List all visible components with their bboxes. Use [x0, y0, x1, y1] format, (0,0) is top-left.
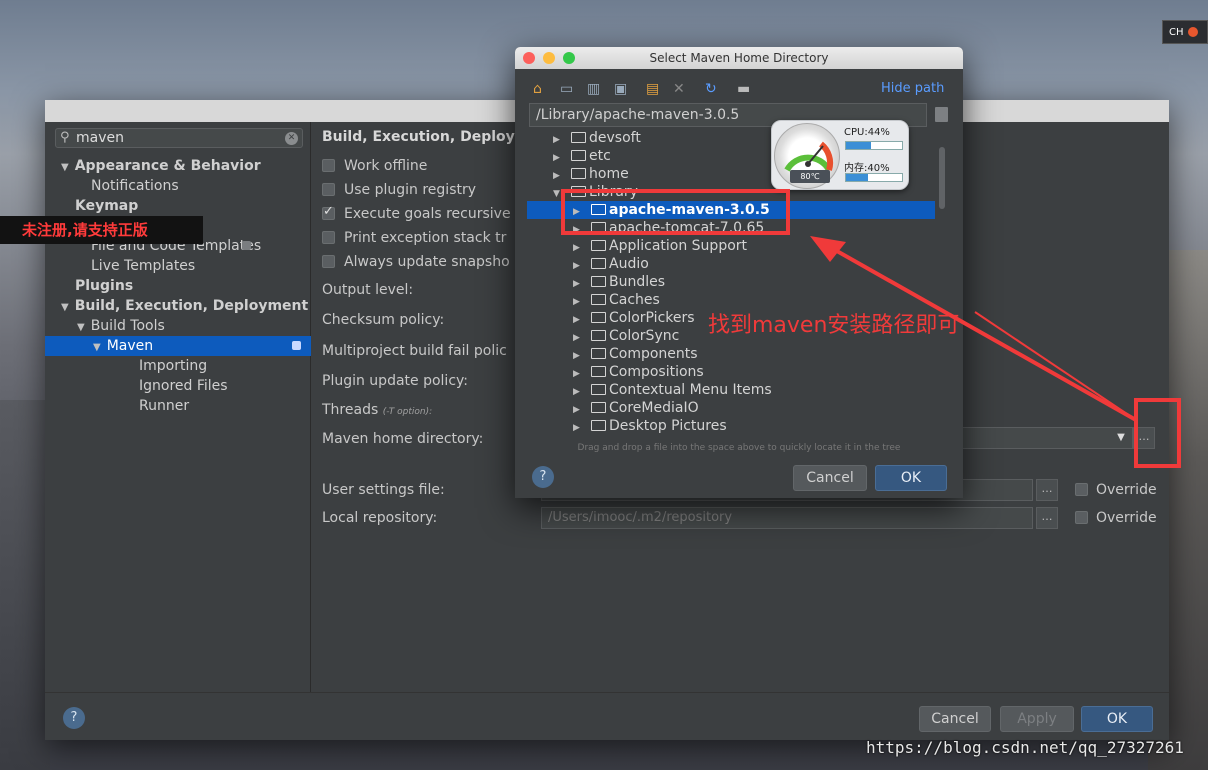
annotation-arrows: [810, 236, 1137, 422]
arrow-head: [810, 236, 846, 262]
watermark: https://blog.csdn.net/qq_27327261: [866, 738, 1184, 757]
arrow-line-short: [974, 311, 1137, 421]
annotation-text: 找到maven安装路径即可: [708, 313, 960, 338]
